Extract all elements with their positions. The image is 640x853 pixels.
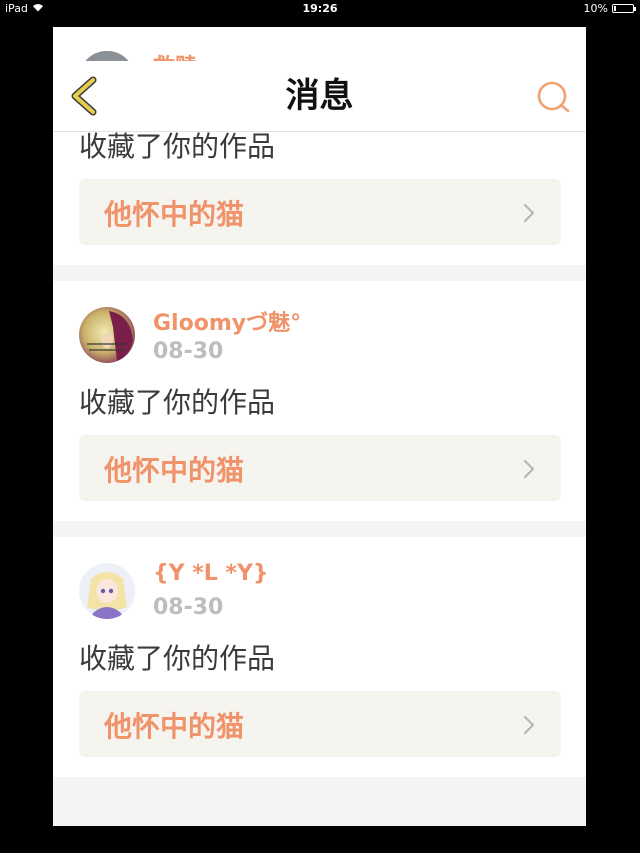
chevron-right-icon xyxy=(523,459,535,479)
status-bar: iPad 19:26 10% xyxy=(0,0,640,18)
page-title: 消息 xyxy=(285,76,354,116)
chevron-right-icon xyxy=(523,715,535,735)
notification-date: 08-30 xyxy=(153,595,224,620)
status-time: 19:26 xyxy=(302,2,338,15)
nav-bar: 消息 xyxy=(53,61,586,132)
app-window: 救赎 08-31 收藏了你的作品 他怀中的猫 xyxy=(53,27,586,826)
notification-action: 收藏了你的作品 xyxy=(79,642,276,675)
work-title: 他怀中的猫 xyxy=(104,710,245,743)
work-link[interactable]: 他怀中的猫 xyxy=(79,435,561,501)
work-title: 他怀中的猫 xyxy=(104,454,245,487)
notification-card[interactable]: {Y *L *Y} 08-30 收藏了你的作品 他怀中的猫 xyxy=(53,537,586,777)
battery-icon xyxy=(612,4,636,13)
chevron-right-icon xyxy=(523,203,535,223)
work-link[interactable]: 他怀中的猫 xyxy=(79,179,561,245)
work-title: 他怀中的猫 xyxy=(104,198,245,231)
notification-list[interactable]: 救赎 08-31 收藏了你的作品 他怀中的猫 xyxy=(53,27,586,793)
notification-card[interactable]: Gloomyづ魅° 08-30 收藏了你的作品 他怀中的猫 xyxy=(53,281,586,521)
username[interactable]: {Y *L *Y} xyxy=(153,561,269,586)
username[interactable]: Gloomyづ魅° xyxy=(153,305,301,337)
work-link[interactable]: 他怀中的猫 xyxy=(79,691,561,757)
battery-percent: 10% xyxy=(583,2,608,15)
notification-action: 收藏了你的作品 xyxy=(79,386,276,419)
avatar[interactable] xyxy=(79,307,135,363)
search-icon xyxy=(537,81,570,113)
search-button[interactable] xyxy=(536,79,572,115)
avatar[interactable] xyxy=(79,563,135,619)
notification-date: 08-30 xyxy=(153,339,224,364)
